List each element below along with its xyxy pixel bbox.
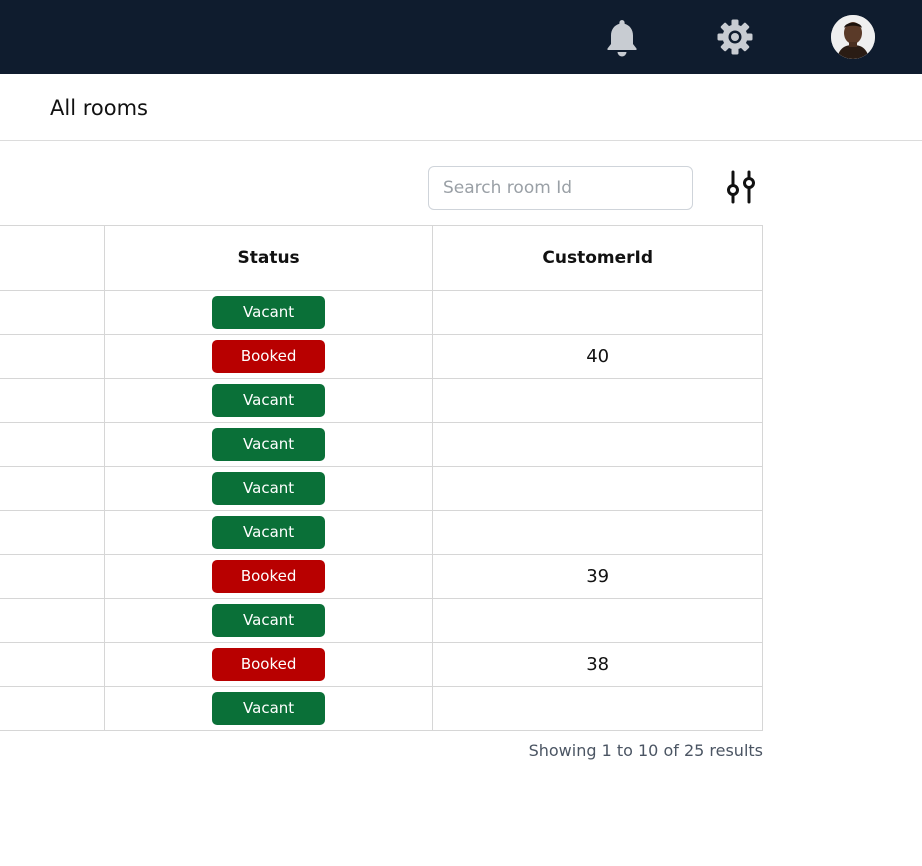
- status-cell: Booked: [103, 642, 434, 687]
- sliders-icon: [727, 170, 755, 204]
- cell: [0, 378, 105, 423]
- page-header: All rooms: [0, 74, 922, 141]
- rooms-table: Status CustomerId Vacant Booked 40 Vacant Va…: [0, 225, 763, 731]
- cell: [0, 466, 105, 511]
- column-header-status[interactable]: Status: [103, 225, 434, 291]
- cell: [0, 598, 105, 643]
- status-cell: Vacant: [103, 290, 434, 335]
- cell: [0, 334, 105, 379]
- status-cell: Vacant: [103, 422, 434, 467]
- customer-id-cell: [432, 290, 763, 335]
- cell: [0, 554, 105, 599]
- column-header[interactable]: [0, 225, 105, 291]
- table-row[interactable]: Vacant: [0, 378, 763, 423]
- cell: [0, 686, 105, 731]
- customer-id-cell: 39: [432, 554, 763, 599]
- bell-icon: [607, 20, 637, 57]
- status-cell: Vacant: [103, 598, 434, 643]
- pagination-summary: Showing 1 to 10 of 25 results: [528, 741, 763, 760]
- customer-id-cell: [432, 598, 763, 643]
- table-row[interactable]: Booked 40: [0, 334, 763, 379]
- table-row[interactable]: Booked 39: [0, 554, 763, 599]
- cell: [0, 642, 105, 687]
- status-cell: Booked: [103, 554, 434, 599]
- table-row[interactable]: Booked 38: [0, 642, 763, 687]
- customer-id-cell: [432, 686, 763, 731]
- table-row[interactable]: Vacant: [0, 598, 763, 643]
- table-header-row: Status CustomerId: [0, 225, 763, 291]
- cell: [0, 510, 105, 555]
- status-badge: Booked: [212, 560, 326, 593]
- table-row[interactable]: Vacant: [0, 686, 763, 731]
- status-badge: Booked: [212, 340, 326, 373]
- column-header-customer-id[interactable]: CustomerId: [432, 225, 763, 291]
- table-row[interactable]: Vacant: [0, 466, 763, 511]
- search-input[interactable]: [428, 166, 693, 210]
- table-row[interactable]: Vacant: [0, 290, 763, 335]
- customer-id-cell: [432, 422, 763, 467]
- table-row[interactable]: Vacant: [0, 510, 763, 555]
- status-badge: Booked: [212, 648, 326, 681]
- top-navbar: [0, 0, 922, 74]
- status-cell: Booked: [103, 334, 434, 379]
- user-avatar-image: [831, 15, 875, 59]
- filter-button[interactable]: [722, 168, 760, 206]
- user-avatar[interactable]: [831, 15, 875, 59]
- cell: [0, 290, 105, 335]
- customer-id-cell: 38: [432, 642, 763, 687]
- status-badge: Vacant: [212, 692, 326, 725]
- status-badge: Vacant: [212, 384, 326, 417]
- customer-id-cell: [432, 378, 763, 423]
- customer-id-cell: [432, 510, 763, 555]
- gear-icon: [717, 19, 753, 55]
- status-cell: Vacant: [103, 466, 434, 511]
- status-badge: Vacant: [212, 472, 326, 505]
- cell: [0, 422, 105, 467]
- status-badge: Vacant: [212, 296, 326, 329]
- status-cell: Vacant: [103, 510, 434, 555]
- notifications-button[interactable]: [600, 15, 644, 59]
- status-cell: Vacant: [103, 686, 434, 731]
- table-row[interactable]: Vacant: [0, 422, 763, 467]
- customer-id-cell: [432, 466, 763, 511]
- status-badge: Vacant: [212, 428, 326, 461]
- status-cell: Vacant: [103, 378, 434, 423]
- customer-id-cell: 40: [432, 334, 763, 379]
- status-badge: Vacant: [212, 604, 326, 637]
- settings-button[interactable]: [713, 15, 757, 59]
- page-title: All rooms: [50, 96, 148, 120]
- status-badge: Vacant: [212, 516, 326, 549]
